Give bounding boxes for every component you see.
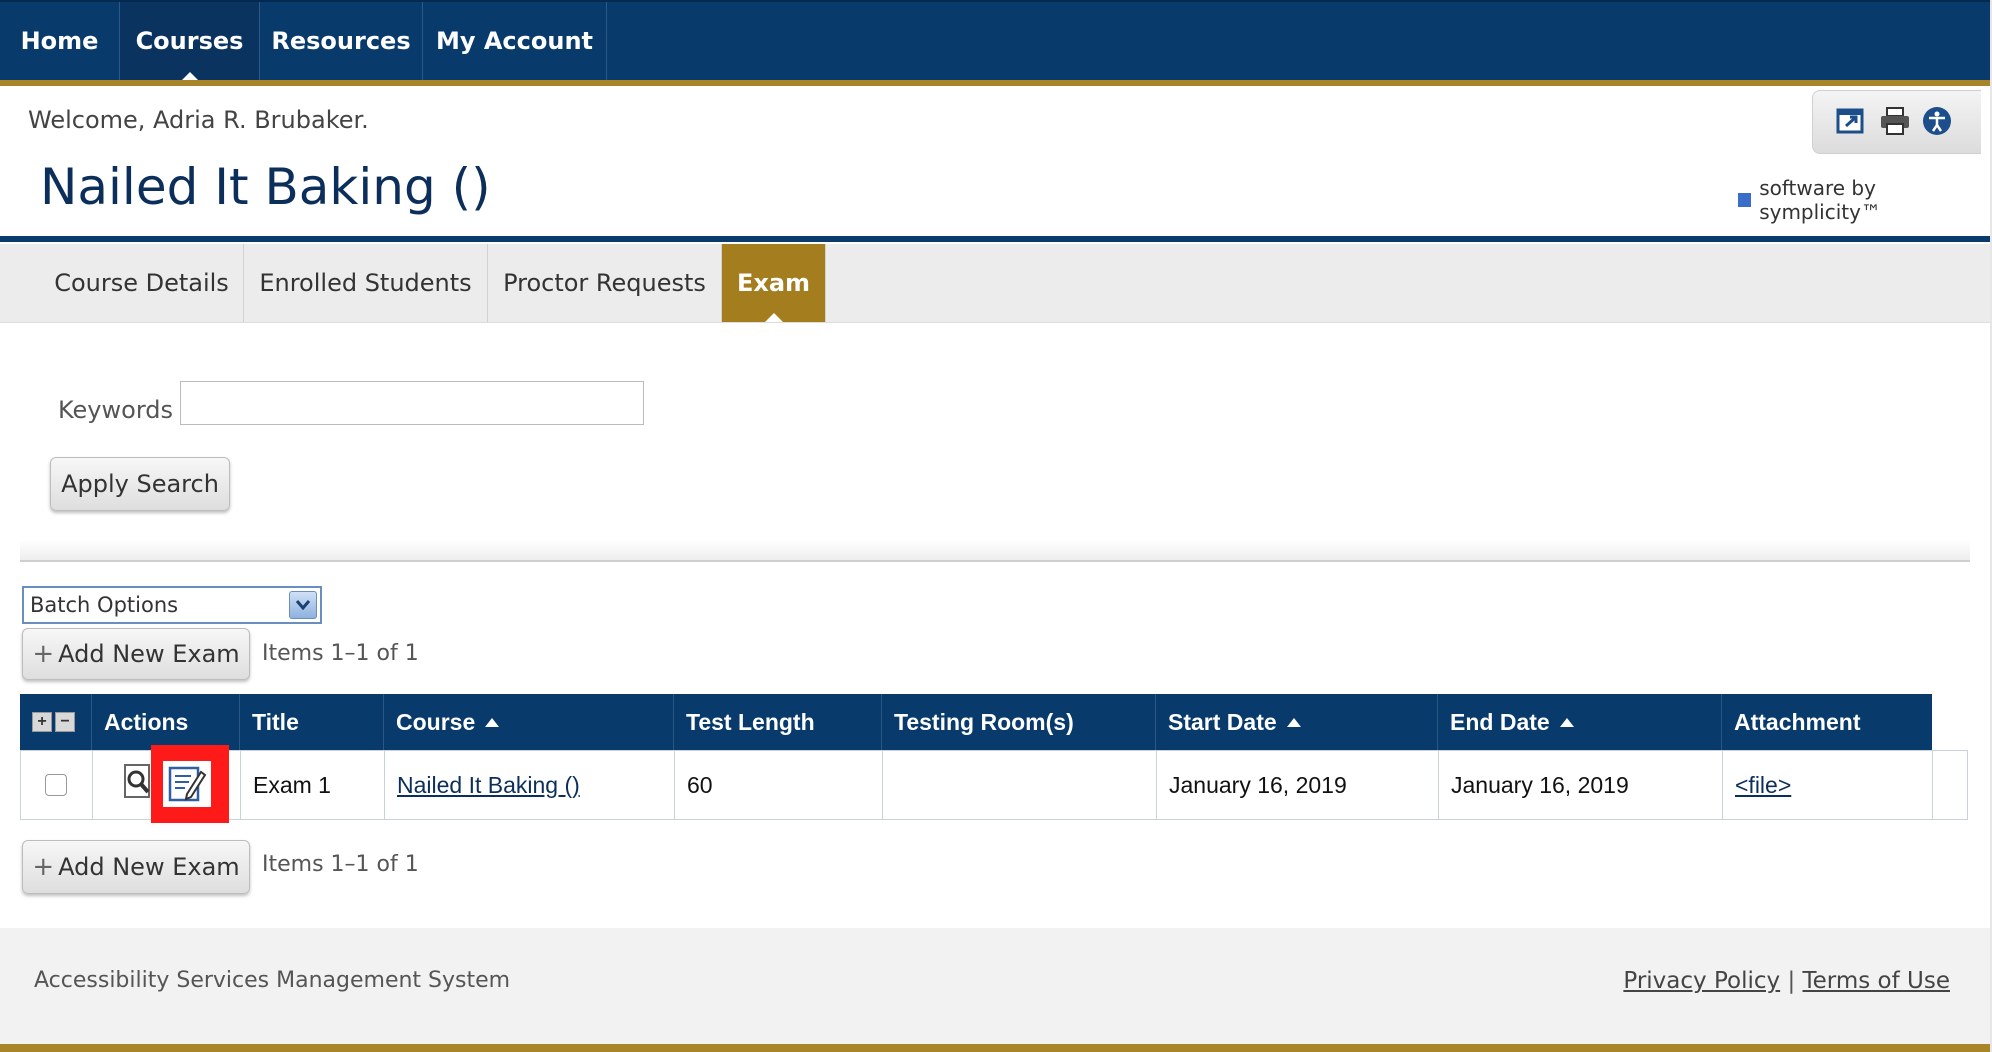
terms-of-use-link[interactable]: Terms of Use bbox=[1803, 968, 1951, 994]
col-course-label: Course bbox=[396, 708, 476, 735]
collapse-all-icon[interactable]: − bbox=[55, 712, 75, 732]
col-start-date[interactable]: Start Date bbox=[1156, 694, 1438, 750]
batch-options-label: Batch Options bbox=[30, 593, 179, 617]
sort-ascending-icon bbox=[1286, 717, 1301, 727]
active-tab-caret-icon bbox=[764, 313, 783, 322]
plus-icon: + bbox=[32, 639, 55, 669]
nav-home-label: Home bbox=[20, 27, 99, 55]
apply-search-button[interactable]: Apply Search bbox=[50, 457, 230, 511]
col-actions: Actions bbox=[92, 694, 240, 750]
keywords-label: Keywords bbox=[58, 396, 174, 424]
expand-collapse-controls: + − bbox=[20, 694, 92, 750]
tab-proctor-requests-label: Proctor Requests bbox=[503, 269, 706, 297]
brand-text: software by symplicity™ bbox=[1759, 176, 1881, 224]
nav-courses[interactable]: Courses bbox=[120, 2, 260, 80]
privacy-policy-link[interactable]: Privacy Policy bbox=[1623, 968, 1780, 994]
table-header: + − Actions Title Course Test Length Tes… bbox=[20, 694, 1932, 750]
nav-home[interactable]: Home bbox=[0, 2, 120, 80]
course-subtabs: Course Details Enrolled Students Proctor… bbox=[0, 244, 1990, 323]
edit-exam-icon[interactable] bbox=[163, 761, 211, 807]
row-testing-rooms bbox=[883, 751, 1157, 819]
nav-gold-stripe bbox=[0, 80, 1990, 86]
accessibility-icon[interactable] bbox=[1921, 105, 1953, 137]
print-icon[interactable] bbox=[1879, 105, 1911, 137]
tab-exam[interactable]: Exam bbox=[722, 244, 826, 322]
divider-shade bbox=[20, 540, 1970, 560]
tab-proctor-requests[interactable]: Proctor Requests bbox=[488, 244, 722, 322]
col-end-date-label: End Date bbox=[1450, 708, 1550, 735]
sort-ascending-icon bbox=[1559, 717, 1574, 727]
chevron-down-icon[interactable] bbox=[289, 591, 317, 619]
plus-icon: + bbox=[32, 852, 55, 882]
row-end-date: January 16, 2019 bbox=[1439, 751, 1723, 819]
col-actions-label: Actions bbox=[104, 708, 189, 735]
col-start-date-label: Start Date bbox=[1168, 708, 1277, 735]
course-link[interactable]: Nailed It Baking () bbox=[397, 772, 580, 799]
col-title[interactable]: Title bbox=[240, 694, 384, 750]
table-row: Exam 1 Nailed It Baking () 60 January 16… bbox=[20, 745, 1968, 823]
add-new-exam-button-top[interactable]: + Add New Exam bbox=[22, 628, 250, 680]
page-title: Nailed It Baking () bbox=[40, 158, 491, 216]
nav-resources[interactable]: Resources bbox=[260, 2, 423, 80]
top-navigation: Home Courses Resources My Account bbox=[0, 0, 1990, 86]
tab-course-details-label: Course Details bbox=[54, 269, 229, 297]
row-title: Exam 1 bbox=[241, 751, 385, 819]
add-new-exam-label: Add New Exam bbox=[58, 640, 240, 668]
page: Home Courses Resources My Account Welcom… bbox=[0, 0, 1992, 1052]
add-new-exam-button-bottom[interactable]: + Add New Exam bbox=[22, 840, 250, 894]
col-course[interactable]: Course bbox=[384, 694, 674, 750]
nav-courses-label: Courses bbox=[135, 27, 244, 55]
row-test-length: 60 bbox=[675, 751, 883, 819]
sort-ascending-icon bbox=[485, 717, 500, 727]
footer-links: Privacy Policy | Terms of Use bbox=[1623, 968, 1950, 994]
edit-highlight bbox=[151, 745, 229, 823]
utility-toolbar bbox=[1812, 90, 1981, 154]
popout-icon[interactable] bbox=[1835, 105, 1867, 137]
row-select-checkbox[interactable] bbox=[45, 774, 67, 796]
row-course-cell: Nailed It Baking () bbox=[385, 751, 675, 819]
welcome-message: Welcome, Adria R. Brubaker. bbox=[28, 106, 369, 134]
col-test-length[interactable]: Test Length bbox=[674, 694, 882, 750]
col-attachment-label: Attachment bbox=[1734, 708, 1861, 735]
nav-my-account[interactable]: My Account bbox=[423, 2, 607, 80]
items-count-bottom: Items 1–1 of 1 bbox=[262, 852, 419, 877]
view-details-icon[interactable] bbox=[123, 763, 153, 801]
expand-all-icon[interactable]: + bbox=[32, 712, 52, 732]
footer-gold-stripe bbox=[0, 1044, 1990, 1052]
keywords-input[interactable] bbox=[180, 381, 644, 425]
section-divider bbox=[20, 560, 1970, 562]
nav-my-account-label: My Account bbox=[435, 27, 594, 55]
tab-exam-label: Exam bbox=[736, 269, 811, 297]
batch-options-select[interactable]: Batch Options bbox=[22, 586, 322, 624]
active-caret-icon bbox=[181, 72, 198, 80]
items-count-top: Items 1–1 of 1 bbox=[262, 641, 419, 666]
nav-resources-label: Resources bbox=[271, 27, 411, 55]
row-start-date: January 16, 2019 bbox=[1157, 751, 1439, 819]
brand-square-icon bbox=[1738, 193, 1752, 207]
tab-enrolled-students[interactable]: Enrolled Students bbox=[244, 244, 488, 322]
row-attachment-cell: <file> bbox=[1723, 751, 1933, 819]
footer-separator: | bbox=[1787, 968, 1796, 994]
col-end-date[interactable]: End Date bbox=[1438, 694, 1722, 750]
apply-search-label: Apply Search bbox=[61, 470, 219, 498]
row-actions-cell bbox=[93, 745, 241, 823]
brand-logo: software by symplicity™ bbox=[1738, 176, 1990, 224]
tab-course-details[interactable]: Course Details bbox=[40, 244, 244, 322]
attachment-link[interactable]: <file> bbox=[1735, 772, 1791, 799]
col-title-label: Title bbox=[252, 708, 299, 735]
tab-enrolled-students-label: Enrolled Students bbox=[259, 269, 472, 297]
col-attachment[interactable]: Attachment bbox=[1722, 694, 1932, 750]
add-new-exam-label: Add New Exam bbox=[58, 853, 240, 881]
row-select-cell bbox=[21, 751, 93, 819]
content-area: Home Courses Resources My Account Welcom… bbox=[0, 0, 1992, 1052]
footer-system-name: Accessibility Services Management System bbox=[34, 968, 511, 993]
col-test-length-label: Test Length bbox=[686, 708, 815, 735]
col-testing-rooms[interactable]: Testing Room(s) bbox=[882, 694, 1156, 750]
header-divider bbox=[0, 236, 1990, 242]
col-testing-rooms-label: Testing Room(s) bbox=[894, 708, 1074, 735]
